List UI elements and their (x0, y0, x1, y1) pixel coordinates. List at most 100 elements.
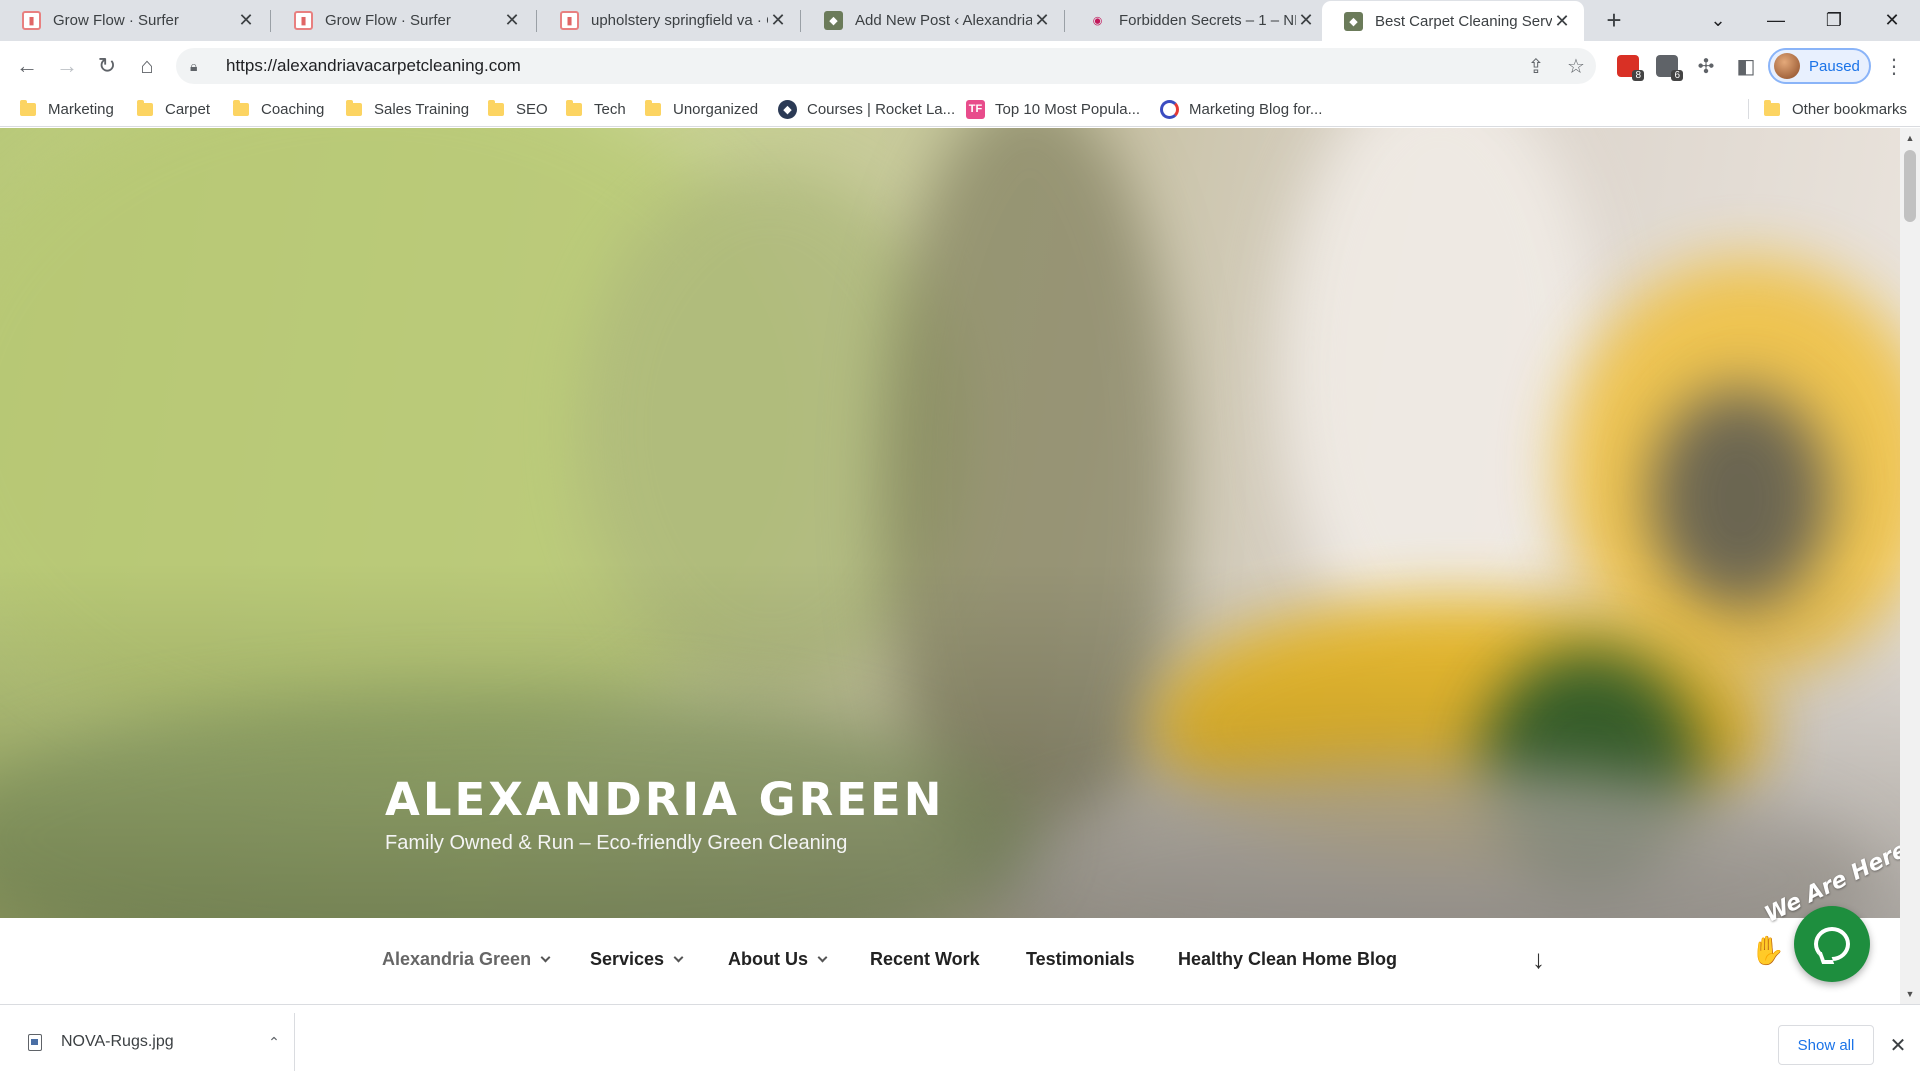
nav-item-about-us[interactable]: About Us (728, 949, 828, 970)
side-panel-icon[interactable]: ◧ (1728, 48, 1764, 84)
bookmark-label: Sales Training (374, 100, 470, 118)
tab-search-icon[interactable]: ⌄ (1690, 0, 1746, 41)
bookmark-courses-rocket[interactable]: ◆ Courses | Rocket La... (778, 97, 955, 121)
bookmark-label: Tech (594, 100, 626, 118)
bookmark-sales-training[interactable]: Sales Training (346, 97, 469, 121)
bookmark-unorganized[interactable]: Unorganized (645, 97, 758, 121)
lock-icon[interactable]: 🔒︎ (190, 58, 206, 75)
restore-button[interactable]: ❐ (1806, 0, 1862, 41)
tab-separator (800, 10, 801, 32)
folder-icon (20, 99, 36, 116)
scroll-down-icon[interactable]: ▼ (1900, 986, 1920, 1002)
tab-title: upholstery springfield va · C (591, 12, 768, 29)
tab-title: Best Carpet Cleaning Servic (1375, 12, 1552, 30)
surfer-icon: ▮ (560, 11, 579, 30)
share-icon[interactable]: ⇪ (1518, 48, 1554, 84)
page-scrollbar[interactable]: ▲ ▼ (1900, 128, 1920, 1004)
close-window-button[interactable]: ✕ (1864, 0, 1920, 41)
chevron-up-icon[interactable]: ⌃ (254, 1034, 294, 1051)
nav-item-label: Testimonials (1026, 949, 1135, 969)
page-viewport: ALEXANDRIA GREEN Family Owned & Run – Ec… (0, 128, 1900, 1004)
bookmark-marketing-blog[interactable]: Marketing Blog for... (1160, 97, 1322, 121)
chat-widget: We Are Here! ✋ (1740, 833, 1900, 986)
nav-item-label: Healthy Clean Home Blog (1178, 949, 1398, 969)
address-bar[interactable]: 🔒︎ https://alexandriavacarpetcleaning.co… (176, 48, 1596, 84)
bookmarks-bar: Marketing Carpet Coaching Sales Training… (0, 91, 1920, 127)
bookmark-top10[interactable]: TF Top 10 Most Popula... (966, 97, 1140, 121)
wordpress-site-icon: ◆ (1344, 11, 1363, 31)
tab-1[interactable]: ▮ Grow Flow · Surfer ✕ (0, 0, 268, 41)
tab-6-active[interactable]: ◆ Best Carpet Cleaning Servic ✕ (1322, 1, 1584, 41)
bookmark-marketing[interactable]: Marketing (20, 97, 114, 121)
tab-4[interactable]: ◆ Add New Post ‹ Alexandria ✕ (802, 0, 1064, 41)
bookmark-coaching[interactable]: Coaching (233, 97, 324, 121)
nav-item-services[interactable]: Services (590, 949, 684, 970)
chat-bubble-icon (1814, 927, 1850, 961)
extension-icon[interactable]: 6 (1656, 55, 1683, 81)
folder-icon (233, 99, 249, 116)
scrollbar-thumb[interactable] (1904, 150, 1916, 222)
bookmark-carpet[interactable]: Carpet (137, 97, 210, 121)
scroll-up-icon[interactable]: ▲ (1900, 130, 1920, 146)
avatar (1774, 53, 1800, 79)
nav-item-recent-work[interactable]: Recent Work (870, 949, 980, 970)
bookmark-star-icon[interactable]: ☆ (1558, 48, 1594, 84)
nav-item-alexandria-green[interactable]: Alexandria Green (382, 949, 551, 970)
reload-button[interactable]: ↻ (91, 50, 123, 82)
waving-hand-icon: ✋ (1750, 935, 1785, 966)
close-icon[interactable]: ✕ (502, 10, 522, 31)
chevron-down-icon (540, 952, 551, 963)
tab-2[interactable]: ▮ Grow Flow · Surfer ✕ (272, 0, 534, 41)
tf-icon: TF (966, 99, 985, 119)
close-icon[interactable]: ✕ (236, 10, 256, 31)
bookmark-label: Marketing Blog for... (1189, 100, 1323, 118)
close-icon[interactable]: ✕ (1552, 11, 1572, 31)
download-filename: NOVA-Rugs.jpg (61, 1033, 174, 1050)
home-button[interactable]: ⌂ (131, 50, 163, 82)
tab-separator (1064, 10, 1065, 32)
show-all-button[interactable]: Show all (1778, 1025, 1874, 1065)
image-file-icon (28, 1033, 42, 1051)
site-navigation: Alexandria Green Services About Us Recen… (0, 918, 1900, 1004)
new-tab-button[interactable]: + (1598, 4, 1630, 36)
bookmark-tech[interactable]: Tech (566, 97, 626, 121)
nav-item-testimonials[interactable]: Testimonials (1026, 949, 1135, 970)
bookmark-label: Courses | Rocket La... (807, 100, 956, 118)
marketing-blog-icon (1160, 99, 1179, 119)
hero-overlay (0, 128, 1900, 918)
forward-button[interactable]: → (51, 50, 83, 82)
close-icon[interactable]: ✕ (768, 10, 788, 31)
chat-open-button[interactable] (1794, 906, 1870, 982)
tab-title: Forbidden Secrets – 1 – NL (1119, 12, 1296, 29)
bookmark-other[interactable]: Other bookmarks (1764, 97, 1907, 121)
chevron-down-icon (673, 952, 684, 963)
bookmark-seo[interactable]: SEO (488, 97, 548, 121)
folder-icon (488, 99, 504, 116)
tab-title: Grow Flow · Surfer (325, 12, 451, 29)
close-icon[interactable]: ✕ (1296, 10, 1316, 31)
nav-item-label: Recent Work (870, 949, 980, 969)
close-icon[interactable]: ✕ (1032, 10, 1052, 31)
extension-icon[interactable]: 8 (1617, 55, 1644, 81)
surfer-icon: ▮ (294, 11, 313, 30)
close-icon[interactable]: ✕ (1884, 1029, 1912, 1061)
download-item[interactable]: NOVA-Rugs.jpg ⌃ (0, 1013, 295, 1071)
bookmark-label: Unorganized (673, 100, 759, 118)
tab-3[interactable]: ▮ upholstery springfield va · C ✕ (538, 0, 800, 41)
puzzle-extensions-icon[interactable]: ✣ (1688, 48, 1724, 84)
tab-separator (270, 10, 271, 32)
site-title[interactable]: ALEXANDRIA GREEN (385, 773, 944, 826)
profile-button[interactable]: Paused (1768, 48, 1871, 84)
back-button[interactable]: ← (11, 50, 43, 82)
scroll-down-arrow-icon[interactable]: ↓ (1532, 944, 1545, 975)
tab-title: Grow Flow · Surfer (53, 12, 179, 29)
tab-separator (536, 10, 537, 32)
extension-badge: 8 (1632, 70, 1644, 81)
nav-item-healthy-clean-home-blog[interactable]: Healthy Clean Home Blog (1178, 949, 1397, 970)
kebab-menu-icon[interactable]: ⋮ (1876, 48, 1912, 84)
tab-5[interactable]: ◉ Forbidden Secrets – 1 – NL ✕ (1066, 0, 1328, 41)
url-text[interactable]: https://alexandriavacarpetcleaning.com (226, 56, 521, 76)
profile-status: Paused (1809, 57, 1860, 75)
bookmark-label: Top 10 Most Popula... (995, 100, 1141, 118)
minimize-button[interactable]: — (1748, 0, 1804, 41)
